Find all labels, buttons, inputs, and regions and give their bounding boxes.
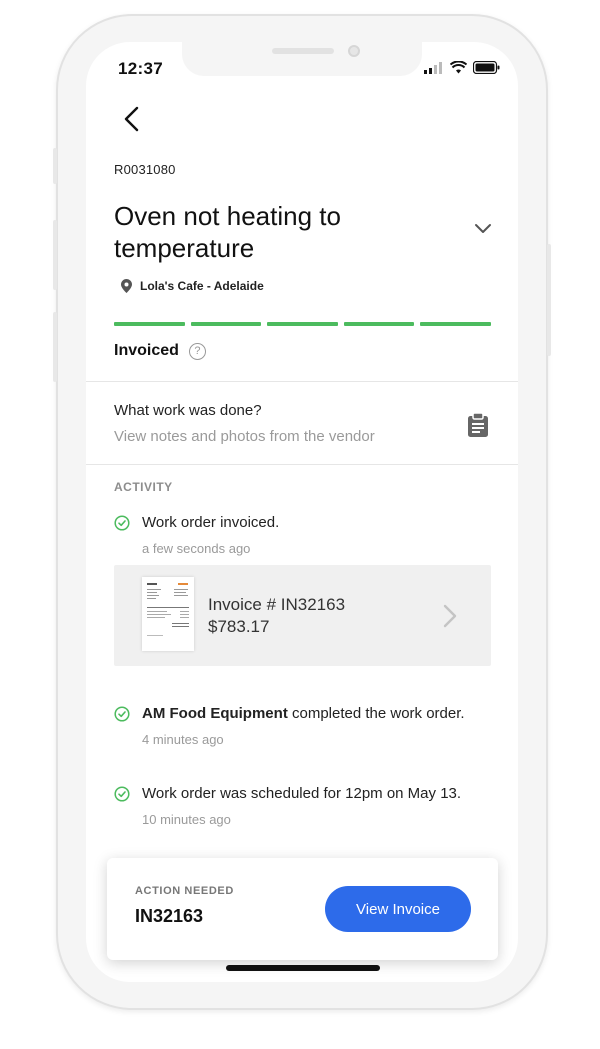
page-title: Oven not heating to temperature bbox=[114, 201, 341, 263]
progress-step bbox=[190, 322, 262, 326]
order-id: R0031080 bbox=[114, 162, 176, 177]
vendor-name: AM Food Equipment bbox=[142, 705, 288, 722]
view-invoice-button[interactable]: View Invoice bbox=[325, 886, 471, 932]
activity-time: a few seconds ago bbox=[142, 541, 251, 556]
speaker bbox=[272, 48, 334, 54]
help-icon[interactable]: ? bbox=[188, 342, 206, 360]
location-label: Lola's Cafe - Adelaide bbox=[140, 279, 264, 293]
status-time: 12:37 bbox=[118, 59, 163, 78]
divider bbox=[86, 381, 518, 382]
work-done-title[interactable]: What work was done? bbox=[114, 402, 262, 419]
activity-text: Work order was scheduled for 12pm on May… bbox=[142, 785, 462, 802]
location-pin-icon bbox=[121, 279, 132, 293]
chevron-down-icon[interactable] bbox=[472, 218, 494, 238]
invoice-thumbnail bbox=[142, 577, 194, 651]
activity-text: Work order invoiced. bbox=[142, 514, 280, 531]
progress-step bbox=[343, 322, 415, 326]
wifi-icon bbox=[450, 61, 467, 74]
action-invoice-id: IN32163 bbox=[135, 906, 204, 926]
divider bbox=[86, 464, 518, 465]
location: Lola's Cafe - Adelaide bbox=[121, 279, 264, 293]
check-circle-icon bbox=[114, 706, 130, 722]
status-icons bbox=[424, 61, 500, 74]
invoice-card[interactable]: Invoice # IN32163 $783.17 bbox=[114, 565, 491, 666]
check-circle-icon bbox=[114, 786, 130, 802]
activity-label: ACTIVITY bbox=[114, 480, 173, 494]
power-button bbox=[547, 244, 551, 356]
activity-item: AM Food Equipment completed the work ord… bbox=[114, 705, 465, 722]
action-bar: ACTION NEEDED IN32163 View Invoice bbox=[107, 858, 498, 960]
status-label: Invoiced bbox=[114, 342, 179, 359]
activity-time: 4 minutes ago bbox=[142, 732, 224, 747]
mute-switch bbox=[53, 148, 57, 184]
volume-up-button bbox=[53, 220, 57, 290]
back-button[interactable] bbox=[118, 104, 148, 134]
activity-item: Work order was scheduled for 12pm on May… bbox=[114, 785, 461, 802]
activity-item: Work order invoiced. bbox=[114, 514, 279, 531]
camera bbox=[348, 45, 360, 57]
clipboard-icon[interactable] bbox=[466, 412, 490, 438]
progress-step bbox=[267, 322, 338, 326]
work-done-subtitle[interactable]: View notes and photos from the vendor bbox=[114, 428, 375, 445]
progress-step bbox=[420, 322, 491, 326]
progress-step bbox=[114, 322, 185, 326]
check-circle-icon bbox=[114, 515, 130, 531]
status-row: Invoiced ? bbox=[114, 342, 206, 360]
activity-text: AM Food Equipment completed the work ord… bbox=[142, 705, 465, 722]
invoice-number: Invoice # IN32163 bbox=[208, 595, 346, 614]
invoice-amount: $783.17 bbox=[208, 617, 270, 636]
activity-text-rest: completed the work order. bbox=[287, 705, 465, 722]
screen bbox=[86, 42, 518, 982]
action-needed-label: ACTION NEEDED bbox=[135, 885, 234, 897]
progress-bar bbox=[114, 322, 491, 326]
chevron-right-icon bbox=[443, 604, 457, 628]
volume-down-button bbox=[53, 312, 57, 382]
signal-icon bbox=[424, 61, 442, 74]
battery-icon bbox=[473, 61, 500, 74]
home-indicator[interactable] bbox=[226, 965, 380, 971]
activity-time: 10 minutes ago bbox=[142, 812, 231, 827]
